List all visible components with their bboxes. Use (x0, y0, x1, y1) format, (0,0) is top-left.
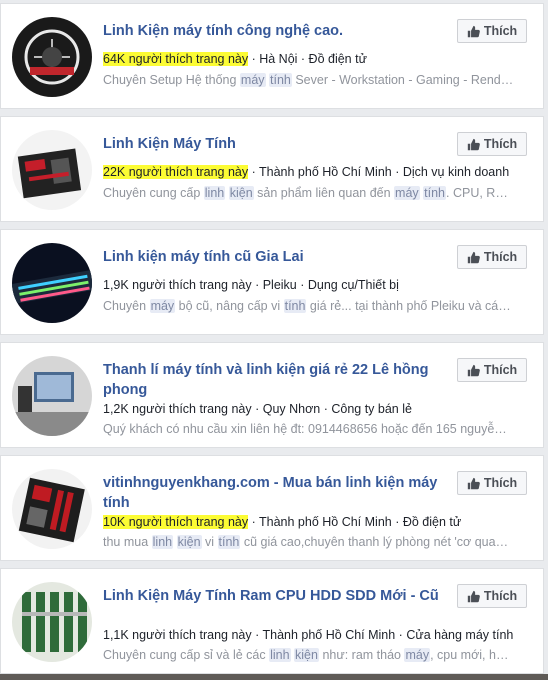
text-segment: Chuyên (103, 299, 150, 313)
thumbs-up-icon (467, 251, 480, 263)
page-avatar[interactable] (12, 130, 92, 210)
text-segment: sản phẩm liên quan đến (253, 186, 395, 200)
page-avatar[interactable] (12, 356, 92, 436)
page-avatar[interactable] (12, 243, 92, 323)
thumbs-up-icon (467, 25, 480, 37)
footer-strip (0, 674, 548, 680)
result-card: Linh Kiện Máy Tính Ram CPU HDD SDD Mới -… (0, 568, 544, 674)
page-description: Quý khách có nhu cầu xin liên hệ đt: 091… (103, 421, 533, 437)
page-avatar[interactable] (12, 17, 92, 97)
text-segment: thu mua (103, 535, 152, 549)
page-title-link[interactable]: Linh Kiện Máy Tính (103, 134, 448, 154)
keyword-highlight: kiện (294, 648, 319, 662)
text-segment: như: ram tháo (318, 648, 405, 662)
text-segment: Quý khách có nhu cầu xin liên hệ đt: 091… (103, 422, 507, 436)
keyword-highlight: máy (239, 73, 266, 87)
page-meta: 1,9K người thích trang này · Pleiku · Dụ… (103, 277, 533, 293)
text-segment: . CPU, R… (446, 186, 508, 200)
keyword-highlight: linh (151, 535, 174, 549)
like-label: Thích (483, 137, 518, 151)
text-segment: bộ cũ, nâng cấp vi (175, 299, 284, 313)
like-button[interactable]: Thích (457, 19, 527, 43)
page-meta: 1,1K người thích trang này · Thành phố H… (103, 627, 533, 643)
category-tail: máy tính (465, 628, 513, 642)
result-card: Linh Kiện Máy Tính 22K người thích trang… (0, 116, 544, 222)
likes-count: 22K người thích trang này (103, 165, 249, 179)
keyword-highlight: tính (423, 186, 447, 200)
like-button[interactable]: Thích (457, 245, 527, 269)
page-title-link[interactable]: Linh kiện máy tính cũ Gia Lai (103, 247, 448, 267)
thumbs-up-icon (467, 477, 480, 489)
keyword-highlight: tính (283, 299, 307, 313)
page-description: Chuyên Setup Hệ thống máy tính Sever - W… (103, 72, 533, 88)
likes-count: 1,2K người thích trang này (103, 402, 252, 416)
result-card: Linh Kiện máy tính công nghệ cao. 64K ng… (0, 3, 544, 109)
like-label: Thích (483, 476, 518, 490)
thumbs-up-icon (467, 364, 480, 376)
like-label: Thích (483, 589, 518, 603)
page-title-link[interactable]: Linh Kiện máy tính công nghệ cao. (103, 21, 448, 41)
result-card: Thanh lí máy tính và linh kiện giá rẻ 22… (0, 342, 544, 448)
location-category: · Pleiku · Dụng cụ/Thiết bị (251, 278, 399, 292)
page-title-link[interactable]: Linh Kiện Máy Tính Ram CPU HDD SDD Mới -… (103, 586, 448, 606)
likes-count: 10K người thích trang này (103, 515, 249, 529)
keyword-highlight: tính (492, 628, 514, 642)
keyword-highlight: linh (269, 648, 291, 662)
like-button[interactable]: Thích (457, 132, 527, 156)
keyword-highlight: máy (149, 299, 176, 313)
page-title-link[interactable]: Thanh lí máy tính và linh kiện giá rẻ 22… (103, 360, 448, 400)
page-avatar[interactable] (12, 469, 92, 549)
text-segment: cũ giá cao,chuyên thanh lý phòng nét 'cơ… (240, 535, 509, 549)
text-segment: Chuyên cung cấp sỉ và lẻ các (103, 648, 270, 662)
thumbs-up-icon (467, 590, 480, 602)
page-meta: 1,2K người thích trang này · Quy Nhơn · … (103, 401, 533, 417)
location-category: · Thành phố Hồ Chí Minh · Dịch vụ kinh d… (248, 165, 510, 179)
likes-count: 1,9K người thích trang này (103, 278, 252, 292)
keyword-highlight: linh (203, 186, 226, 200)
keyword-highlight: máy (394, 186, 420, 200)
keyword-highlight: kiện (176, 535, 202, 549)
text-segment: Chuyên cung cấp (103, 186, 204, 200)
text-segment: Sever - Workstation - Gaming - Rend… (291, 73, 514, 87)
like-label: Thích (483, 363, 518, 377)
location-category: · Thành phố Hồ Chí Minh · Cửa hàng (251, 628, 466, 642)
like-button[interactable]: Thích (457, 471, 527, 495)
thumbs-up-icon (467, 138, 480, 150)
likes-count: 1,1K người thích trang này (103, 628, 252, 642)
page-description: Chuyên cung cấp sỉ và lẻ các linh kiện n… (103, 647, 533, 663)
keyword-highlight: máy (404, 648, 431, 662)
page-description: thu mua linh kiện vi tính cũ giá cao,chu… (103, 534, 533, 550)
location-category: · Quy Nhơn · Công ty bán lẻ (251, 402, 412, 416)
like-label: Thích (483, 24, 518, 38)
result-card: vitinhnguyenkhang.com - Mua bán linh kiệ… (0, 455, 544, 561)
page-meta: 64K người thích trang này · Hà Nội · Đồ … (103, 51, 533, 67)
likes-count: 64K người thích trang này (103, 52, 249, 66)
location-category: · Thành phố Hồ Chí Minh · Đồ điện tử (248, 515, 462, 529)
page-description: Chuyên cung cấp linh kiện sản phẩm liên … (103, 185, 533, 201)
keyword-highlight: máy (465, 628, 490, 642)
page-meta: 10K người thích trang này · Thành phố Hồ… (103, 514, 533, 530)
like-button[interactable]: Thích (457, 584, 527, 608)
page-meta: 22K người thích trang này · Thành phố Hồ… (103, 164, 533, 180)
keyword-highlight: tính (217, 535, 241, 549)
keyword-highlight: tính (269, 73, 292, 87)
result-card: Linh kiện máy tính cũ Gia Lai 1,9K người… (0, 229, 544, 335)
search-results-list: Linh Kiện máy tính công nghệ cao. 64K ng… (0, 0, 548, 680)
text-segment: vi (201, 535, 218, 549)
keyword-highlight: kiện (228, 186, 254, 200)
like-label: Thích (483, 250, 518, 264)
text-segment: Chuyên Setup Hệ thống (103, 73, 240, 87)
text-segment: , cpu mới, h… (430, 648, 509, 662)
text-segment: giá rẻ... tại thành phố Pleiku và cá… (306, 299, 511, 313)
location-category: · Hà Nội · Đồ điện tử (248, 52, 367, 66)
like-button[interactable]: Thích (457, 358, 527, 382)
page-avatar[interactable] (12, 582, 92, 662)
page-description: Chuyên máy bộ cũ, nâng cấp vi tính giá r… (103, 298, 533, 314)
page-title-link[interactable]: vitinhnguyenkhang.com - Mua bán linh kiệ… (103, 473, 448, 513)
